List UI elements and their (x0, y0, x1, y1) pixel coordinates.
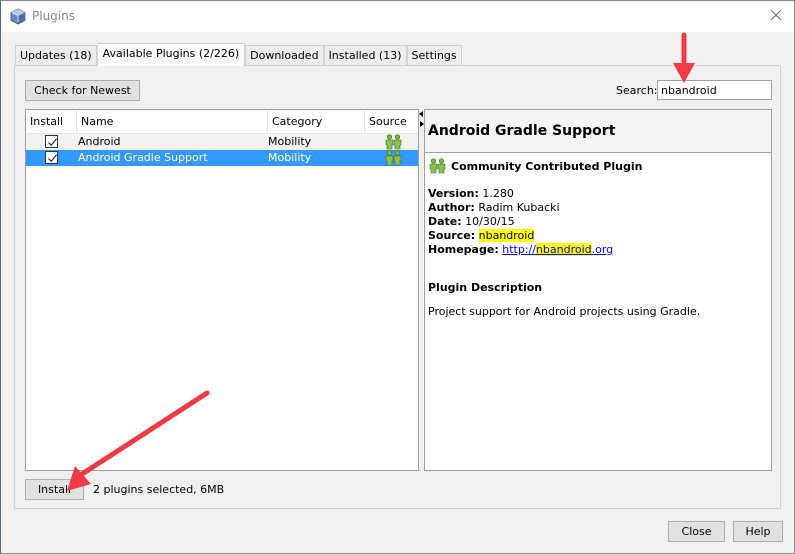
close-button[interactable]: Close (668, 521, 725, 542)
author-label: Author: (428, 201, 475, 214)
community-badge: Community Contributed Plugin (429, 158, 642, 174)
column-header-source[interactable]: Source (365, 110, 418, 134)
tab-settings[interactable]: Settings (406, 45, 462, 65)
community-plugin-icon (385, 150, 402, 166)
tab-installed[interactable]: Installed (13) (323, 45, 407, 65)
column-header-category[interactable]: Category (268, 110, 365, 134)
date-value: 10/30/15 (465, 215, 515, 228)
homepage-highlight: nbandroid (535, 243, 592, 256)
check-for-newest-button[interactable]: Check for Newest (25, 80, 140, 101)
netbeans-cube-icon (10, 8, 26, 25)
description-title: Plugin Description (428, 281, 543, 294)
window-title: Plugins (32, 9, 75, 23)
plugin-detail-panel: Android Gradle Support Community Contrib… (424, 109, 772, 471)
community-badge-label: Community Contributed Plugin (451, 159, 643, 173)
close-window-icon[interactable] (768, 7, 784, 23)
description-text: Project support for Android projects usi… (428, 305, 701, 318)
install-checkbox[interactable] (45, 151, 58, 164)
detail-title: Android Gradle Support (428, 123, 616, 139)
search-label: Search: (616, 84, 658, 97)
checkmark-icon (48, 138, 57, 147)
tab-downloaded[interactable]: Downloaded (245, 45, 324, 65)
date-label: Date: (428, 215, 462, 228)
plugin-category: Mobility (268, 135, 312, 148)
source-label: Source: (428, 229, 476, 242)
plugin-name: Android Gradle Support (78, 151, 208, 164)
plugins-dialog: Plugins Updates (18) Available Plugins (… (0, 0, 795, 554)
homepage-link[interactable]: http://nbandroid.org (502, 243, 613, 256)
tab-updates[interactable]: Updates (18) (15, 45, 97, 65)
source-value: nbandroid (478, 229, 535, 242)
table-row[interactable]: Android Mobility (26, 134, 418, 150)
install-checkbox[interactable] (45, 135, 58, 148)
version-value: 1.280 (482, 187, 514, 200)
table-header: Install Name Category Source (26, 110, 418, 134)
checkmark-icon (48, 154, 57, 163)
version-label: Version: (428, 187, 479, 200)
homepage-suffix: .org (591, 243, 614, 256)
community-plugin-icon (385, 134, 402, 150)
tab-available-plugins[interactable]: Available Plugins (2/226) (96, 43, 246, 66)
title-bar: Plugins (1, 1, 794, 32)
plugin-category: Mobility (268, 151, 312, 164)
column-header-install[interactable]: Install (26, 110, 77, 134)
install-button[interactable]: Install (25, 479, 84, 500)
author-value: Radim Kubacki (478, 201, 560, 214)
help-button[interactable]: Help (733, 521, 783, 542)
community-plugin-icon (429, 158, 446, 174)
plugin-name: Android (78, 135, 121, 148)
search-input[interactable] (657, 80, 772, 100)
detail-header: Android Gradle Support (425, 110, 771, 153)
column-header-name[interactable]: Name (77, 110, 268, 134)
plugins-table: Install Name Category Source Android Mob… (25, 109, 419, 471)
homepage-label: Homepage: (428, 243, 499, 256)
plugin-metadata: Version: 1.280 Author: Radim Kubacki Dat… (428, 187, 613, 257)
selection-info: 2 plugins selected, 6MB (93, 483, 225, 496)
tab-bar: Updates (18) Available Plugins (2/226) D… (15, 43, 462, 66)
homepage-prefix: http:// (502, 243, 536, 256)
table-row-selected[interactable]: Android Gradle Support Mobility (26, 150, 418, 166)
